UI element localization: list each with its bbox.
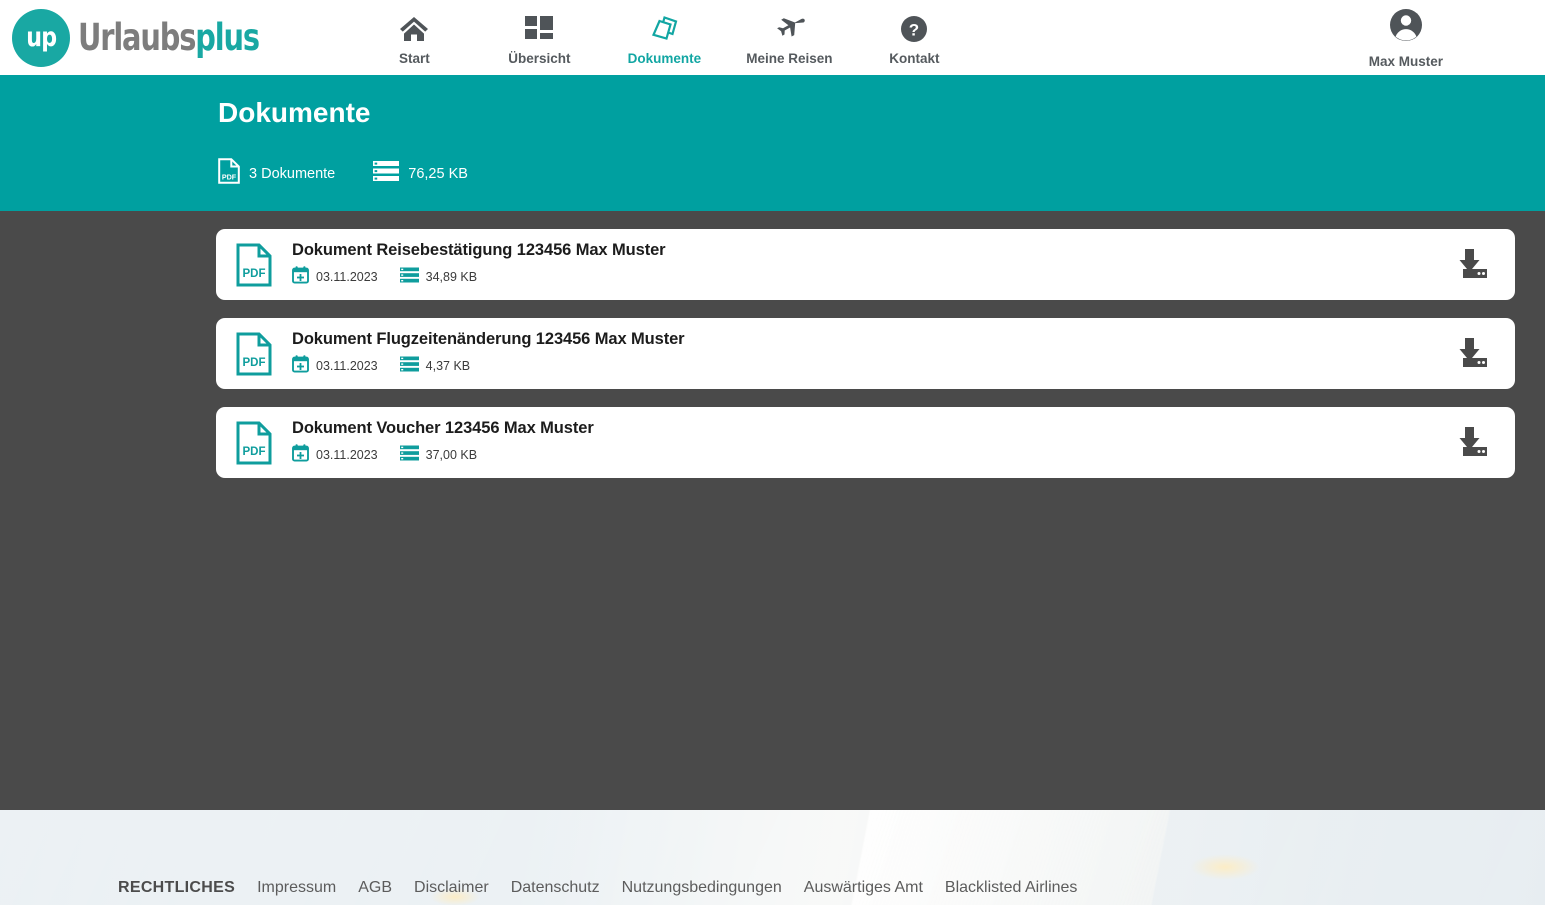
calendar-plus-icon xyxy=(292,444,309,467)
nav-label-meine-reisen: Meine Reisen xyxy=(746,51,832,66)
document-date: 03.11.2023 xyxy=(316,448,378,462)
download-icon xyxy=(1451,247,1491,283)
logo-circle-icon: up xyxy=(12,9,70,67)
calendar-plus-icon xyxy=(292,266,309,289)
nav-label-kontakt: Kontakt xyxy=(889,51,939,66)
document-date: 03.11.2023 xyxy=(316,359,378,373)
banner-meta-row: PDF 3 Dokumente 76,25 KB xyxy=(218,158,1545,189)
brand-logo[interactable]: up Urlaubsplus xyxy=(12,9,310,67)
svg-text:PDF: PDF xyxy=(243,357,266,369)
total-size-stat: 76,25 KB xyxy=(373,160,468,187)
document-title: Dokument Reisebestätigung 123456 Max Mus… xyxy=(292,241,1435,260)
document-meta: 03.11.2023 4,37 KB xyxy=(292,355,1435,378)
document-date-group: 03.11.2023 xyxy=(292,355,378,378)
footer-link-disclaimer[interactable]: Disclaimer xyxy=(414,879,489,897)
download-icon xyxy=(1451,425,1491,461)
nav-item-meine-reisen[interactable]: Meine Reisen xyxy=(727,9,852,66)
user-name-label: Max Muster xyxy=(1369,54,1443,69)
document-row[interactable]: PDF Dokument Voucher 123456 Max Muster xyxy=(216,407,1515,478)
question-circle-icon: ? xyxy=(899,13,929,45)
pdf-file-icon: PDF xyxy=(218,158,240,189)
nav-label-start: Start xyxy=(399,51,430,66)
brand-wordmark: Urlaubsplus xyxy=(78,16,259,59)
list-bars-icon xyxy=(400,445,419,466)
footer-legal-links: RECHTLICHES Impressum AGB Disclaimer Dat… xyxy=(118,879,1099,897)
grid-icon xyxy=(525,13,553,45)
document-info: Dokument Reisebestätigung 123456 Max Mus… xyxy=(292,241,1435,289)
footer-link-datenschutz[interactable]: Datenschutz xyxy=(511,879,600,897)
document-row[interactable]: PDF Dokument Reisebestätigung 123456 Max… xyxy=(216,229,1515,300)
total-size-label: 76,25 KB xyxy=(408,166,468,182)
list-bars-icon xyxy=(373,160,399,187)
nav-item-dokumente[interactable]: Dokumente xyxy=(602,9,727,66)
document-size: 37,00 KB xyxy=(426,448,477,462)
footer-link-impressum[interactable]: Impressum xyxy=(257,879,336,897)
nav-item-kontakt[interactable]: ? Kontakt xyxy=(852,9,977,66)
document-meta: 03.11.2023 37,00 KB xyxy=(292,444,1435,467)
document-size: 34,89 KB xyxy=(426,270,477,284)
document-title: Dokument Flugzeitenänderung 123456 Max M… xyxy=(292,330,1435,349)
document-size: 4,37 KB xyxy=(426,359,470,373)
document-count-label: 3 Dokumente xyxy=(249,166,335,182)
pdf-file-icon: PDF xyxy=(234,243,274,287)
download-button[interactable] xyxy=(1449,421,1493,465)
home-icon xyxy=(399,13,429,45)
svg-text:PDF: PDF xyxy=(222,173,237,182)
document-date-group: 03.11.2023 xyxy=(292,444,378,467)
svg-text:?: ? xyxy=(909,21,919,40)
footer-light-glow xyxy=(1190,854,1260,880)
document-row[interactable]: PDF Dokument Flugzeitenänderung 123456 M… xyxy=(216,318,1515,389)
footer-link-nutzungsbedingungen[interactable]: Nutzungsbedingungen xyxy=(622,879,782,897)
nav-item-uebersicht[interactable]: Übersicht xyxy=(477,9,602,66)
download-button[interactable] xyxy=(1449,243,1493,287)
footer-heading: RECHTLICHES xyxy=(118,879,235,897)
nav-item-start[interactable]: Start xyxy=(352,9,477,66)
user-avatar-icon xyxy=(1387,6,1425,49)
document-meta: 03.11.2023 34,89 KB xyxy=(292,266,1435,289)
page-header-banner: Dokumente PDF 3 Dokumente xyxy=(0,75,1545,211)
download-icon xyxy=(1451,336,1491,372)
calendar-plus-icon xyxy=(292,355,309,378)
footer-link-auswaertiges-amt[interactable]: Auswärtiges Amt xyxy=(804,879,923,897)
document-size-group: 4,37 KB xyxy=(400,356,470,377)
pdf-file-icon: PDF xyxy=(234,332,274,376)
document-info: Dokument Voucher 123456 Max Muster 0 xyxy=(292,419,1435,467)
nav-label-uebersicht: Übersicht xyxy=(508,51,570,66)
page-title: Dokumente xyxy=(218,97,1545,129)
download-button[interactable] xyxy=(1449,332,1493,376)
list-bars-icon xyxy=(400,267,419,288)
nav-label-dokumente: Dokumente xyxy=(628,51,702,66)
main-nav-items: Start Übersicht Dokumente xyxy=(352,9,977,66)
documents-icon xyxy=(649,13,679,45)
airplane-icon xyxy=(772,13,806,45)
document-date-group: 03.11.2023 xyxy=(292,266,378,289)
pdf-file-icon: PDF xyxy=(234,421,274,465)
brand-name-part1: Urlaubs xyxy=(78,16,195,59)
document-info: Dokument Flugzeitenänderung 123456 Max M… xyxy=(292,330,1435,378)
user-menu[interactable]: Max Muster xyxy=(1369,6,1443,69)
document-size-group: 37,00 KB xyxy=(400,445,477,466)
svg-text:PDF: PDF xyxy=(243,268,266,280)
site-footer: RECHTLICHES Impressum AGB Disclaimer Dat… xyxy=(0,810,1545,905)
brand-name-part2: plus xyxy=(195,16,259,59)
svg-text:PDF: PDF xyxy=(243,446,266,458)
document-count-stat: PDF 3 Dokumente xyxy=(218,158,335,189)
list-bars-icon xyxy=(400,356,419,377)
document-size-group: 34,89 KB xyxy=(400,267,477,288)
footer-link-agb[interactable]: AGB xyxy=(358,879,392,897)
top-navigation-bar: up Urlaubsplus Start xyxy=(0,0,1545,75)
document-title: Dokument Voucher 123456 Max Muster xyxy=(292,419,1435,438)
document-date: 03.11.2023 xyxy=(316,270,378,284)
logo-mark-text: up xyxy=(26,22,56,53)
footer-link-blacklisted-airlines[interactable]: Blacklisted Airlines xyxy=(945,879,1078,897)
documents-list: PDF Dokument Reisebestätigung 123456 Max… xyxy=(0,211,1545,811)
